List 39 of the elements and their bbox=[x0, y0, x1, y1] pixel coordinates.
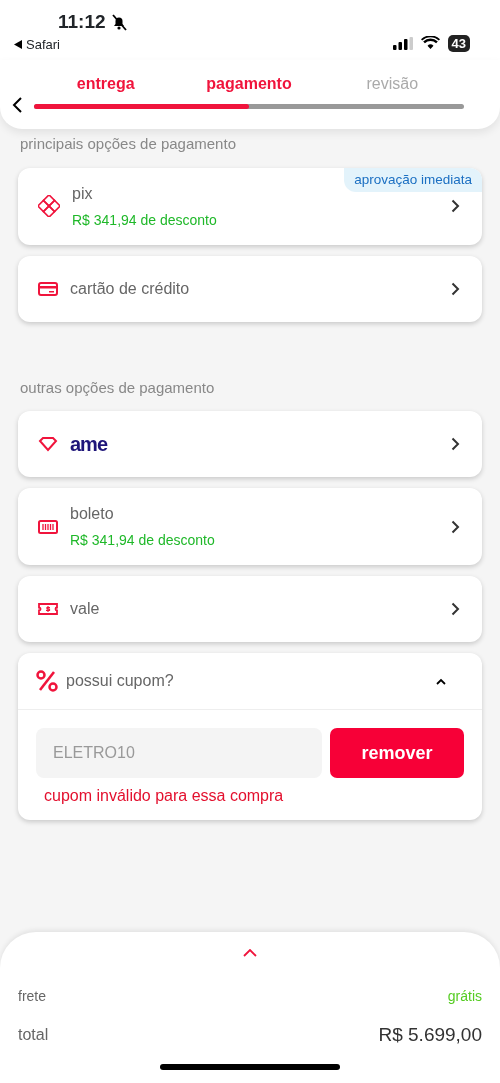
chevron-right-icon bbox=[451, 437, 460, 451]
total-value: R$ 5.699,00 bbox=[378, 1023, 482, 1047]
payment-option-card[interactable]: ame bbox=[18, 411, 482, 477]
error-message: cupom inválido para essa compra bbox=[44, 786, 285, 806]
ticket-icon bbox=[38, 601, 58, 617]
option-label: boleto bbox=[70, 504, 115, 524]
battery-level: 43 bbox=[447, 34, 470, 52]
chevron-right-icon bbox=[451, 519, 460, 534]
chevron-right-icon bbox=[451, 602, 460, 616]
step-tab[interactable]: entrega bbox=[34, 70, 178, 104]
wifi-icon bbox=[420, 36, 440, 50]
coupon-title: possui cupom? bbox=[66, 671, 175, 691]
payment-option-card[interactable]: boleto R$ 341,94 de desconto bbox=[18, 488, 482, 565]
step-tab[interactable]: pagamento bbox=[177, 70, 321, 104]
back-icon bbox=[12, 96, 24, 114]
payment-option-card[interactable]: vale bbox=[18, 576, 482, 642]
option-label: vale bbox=[70, 599, 101, 619]
signal-icon bbox=[392, 36, 413, 50]
clock-time: 11:12 bbox=[58, 12, 106, 31]
chevron-right-icon bbox=[451, 199, 460, 213]
back-link[interactable]: Safari bbox=[26, 35, 60, 55]
percent-icon bbox=[36, 670, 58, 692]
payment-option-card[interactable]: cartão de crédito bbox=[18, 255, 482, 322]
diamond-pattern-icon bbox=[38, 195, 60, 217]
barcode-icon bbox=[38, 518, 58, 535]
total-label: total bbox=[18, 1025, 49, 1046]
brand-logo: ame bbox=[70, 433, 108, 455]
approval-badge: aprovação imediata bbox=[344, 167, 482, 192]
section-heading: principais opções de pagamento bbox=[19, 134, 237, 154]
credit-card-icon bbox=[38, 280, 58, 297]
discount-text: R$ 341,94 de desconto bbox=[70, 531, 216, 550]
discount-text: R$ 341,94 de desconto bbox=[72, 210, 218, 230]
shipping-label: frete bbox=[18, 987, 46, 1006]
payment-option-card[interactable]: pix R$ 341,94 de desconto aprovação imediata bbox=[18, 167, 482, 245]
shipping-value: grátis bbox=[447, 987, 482, 1006]
option-label: cartão de crédito bbox=[70, 278, 191, 299]
back-arrow-icon bbox=[14, 40, 22, 50]
section-heading: outras opções de pagamento bbox=[19, 377, 216, 398]
chevron-right-icon bbox=[451, 281, 460, 296]
